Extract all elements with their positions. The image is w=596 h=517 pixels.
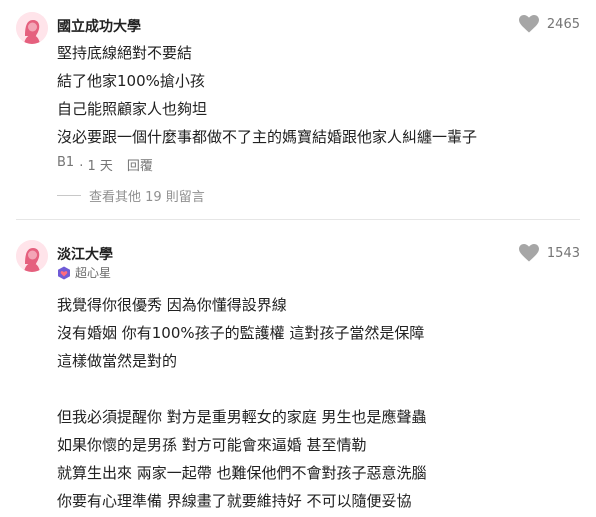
member-badge: 超心星 — [57, 264, 111, 281]
author-name[interactable]: 淡江大學 — [57, 244, 113, 264]
comment-text-line: 堅持底線絕對不要結 — [57, 44, 193, 62]
user-silhouette-icon — [16, 12, 48, 44]
badge-label: 超心星 — [75, 266, 112, 280]
like-count: 1543 — [546, 245, 580, 261]
reply-button[interactable]: 回覆 — [127, 155, 153, 174]
avatar[interactable] — [16, 240, 48, 272]
heart-icon — [518, 244, 539, 262]
comment-text-line: 如果你懷的是男孫 對方可能會來逼婚 甚至情勒 — [57, 436, 367, 454]
like-button[interactable]: 2465 — [518, 15, 580, 33]
view-more-replies[interactable]: 查看其他 19 則留言 — [57, 186, 205, 205]
heart-icon — [518, 15, 539, 33]
author-name[interactable]: 國立成功大學 — [57, 16, 141, 36]
like-count: 2465 — [546, 16, 580, 32]
divider-dash — [57, 195, 81, 196]
comment-text-line: 沒有婚姻 你有100%孩子的監護權 這對孩子當然是保障 — [57, 324, 425, 342]
floor-number: B1 — [57, 155, 75, 170]
comment-text-line: 自己能照顧家人也夠坦 — [57, 100, 208, 118]
comment-text-line: 我覺得你很優秀 因為你懂得設界線 — [57, 296, 287, 314]
comment-text-line: 結了他家100%搶小孩 — [57, 72, 205, 90]
comment-text-line: 這樣做當然是對的 — [57, 352, 178, 370]
user-silhouette-icon — [16, 240, 48, 272]
comment-text-line: 沒必要跟一個什麼事都做不了主的媽寶結婚跟他家人糾纏一輩子 — [57, 128, 478, 146]
comment-text-line: 但我必須提醒你 對方是重男輕女的家庭 男生也是應聲蟲 — [57, 408, 427, 426]
view-more-replies-label: 查看其他 19 則留言 — [89, 190, 205, 205]
avatar[interactable] — [16, 12, 48, 44]
comment-divider — [16, 219, 580, 220]
super-heart-badge-icon — [57, 266, 71, 280]
comment-text-line: 你要有心理準備 界線畫了就要維持好 不可以隨便妥協 — [57, 492, 412, 510]
like-button[interactable]: 1543 — [518, 244, 580, 262]
comment-time: · 1 天 — [79, 159, 113, 174]
comment-text-line: 就算生出來 兩家一起帶 也難保他們不會對孩子惡意洗腦 — [57, 464, 427, 482]
comment-meta: B1 · 1 天 回覆 — [57, 155, 153, 174]
